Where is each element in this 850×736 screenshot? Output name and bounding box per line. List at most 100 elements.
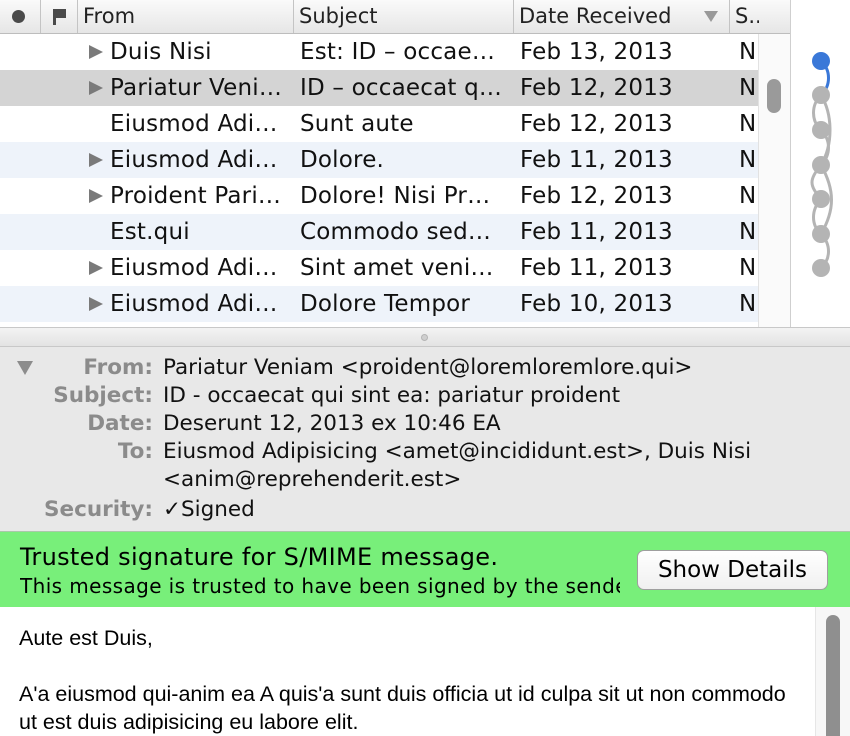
row-from: Eiusmod Adi… <box>110 111 278 137</box>
list-scroll-thumb[interactable] <box>767 79 781 113</box>
flag-column-header[interactable] <box>40 0 77 33</box>
row-subject: Sunt aute <box>300 111 414 137</box>
row-size: N <box>739 39 757 65</box>
thread-indicator-pane <box>790 0 850 327</box>
list-scrollbar[interactable] <box>758 34 790 327</box>
from-value[interactable]: Pariatur Veniam <proident@loremloremlore… <box>163 354 692 382</box>
row-date: Feb 11, 2013 <box>520 147 673 173</box>
row-from: Duis Nisi <box>110 39 212 65</box>
to-value-continued[interactable]: <anim@reprehenderit.est> <box>163 466 461 494</box>
message-body-text: Aute est Duis, A'a eiusmod qui-anim ea A… <box>19 624 804 736</box>
row-date: Feb 12, 2013 <box>520 183 673 209</box>
row-size: N <box>739 75 757 101</box>
banner-title: Trusted signature for S/MIME message. <box>20 543 499 571</box>
row-subject: Dolore! Nisi Pr… <box>300 183 491 209</box>
subject-column-header[interactable]: Subject <box>293 0 513 33</box>
security-label: Security: <box>44 497 153 522</box>
row-date: Feb 11, 2013 <box>520 219 673 245</box>
message-list: From Subject Date Received S... Duis Nis… <box>0 0 790 327</box>
message-row[interactable]: Duis Nisi Est: ID – occae… Feb 13, 2013 N <box>0 34 758 70</box>
header-date-line: Date: Deserunt 12, 2013 ex 10:46 EA <box>0 410 850 438</box>
subject-label: Subject: <box>53 383 153 408</box>
header-to-line-continued: <anim@reprehenderit.est> <box>0 466 850 494</box>
row-from: Eiusmod Adi… <box>110 255 278 281</box>
message-row[interactable]: Est.qui Commodo sed… Feb 11, 2013 N <box>0 214 758 250</box>
row-date: Feb 11, 2013 <box>520 255 673 281</box>
row-subject: Commodo sed… <box>300 219 492 245</box>
row-from: Pariatur Veniam <box>110 75 290 101</box>
replied-arrow-icon <box>8 46 30 58</box>
list-header: From Subject Date Received S... <box>0 0 790 34</box>
thread-node-icon[interactable] <box>812 225 830 243</box>
row-subject: Est: ID – occae… <box>300 39 496 65</box>
splitter-handle-icon[interactable] <box>421 334 428 341</box>
row-date: Feb 12, 2013 <box>520 75 673 101</box>
body-greeting: Aute est Duis, <box>19 626 153 650</box>
row-from: Proident Pari… <box>110 183 282 209</box>
body-scrollbar[interactable] <box>815 607 850 736</box>
row-size: N <box>739 183 757 209</box>
row-size: N <box>739 147 757 173</box>
subject-value: ID - occaecat qui sint ea: pariatur proi… <box>163 383 621 408</box>
smime-trust-banner: Trusted signature for S/MIME message. Th… <box>0 531 850 607</box>
body-scroll-thumb[interactable] <box>826 615 840 736</box>
row-subject: Dolore Tempor <box>300 291 471 317</box>
thread-node-icon[interactable] <box>812 156 830 174</box>
date-column-label: Date Received <box>519 4 672 28</box>
message-row[interactable]: Eiusmod Adi… Sint amet veniam Feb 11, 2013… <box>0 250 758 286</box>
thread-node-icon[interactable] <box>812 121 830 139</box>
row-from: Eiusmod Adi… <box>110 291 278 317</box>
thread-disclosure-triangle-icon[interactable] <box>89 81 103 95</box>
to-value[interactable]: Eiusmod Adipisicing <amet@incididunt.est… <box>163 438 751 466</box>
message-row[interactable]: Eiusmod Adi… Dolore. Feb 11, 2013 N <box>0 142 758 178</box>
header-from-line: From: Pariatur Veniam <proident@loremlor… <box>0 354 850 382</box>
thread-disclosure-triangle-icon[interactable] <box>89 45 103 59</box>
to-label: To: <box>117 439 153 464</box>
row-size: N <box>739 219 757 245</box>
message-row[interactable]: Proident Pari… Dolore! Nisi Pr… Feb 12, 20… <box>0 178 758 214</box>
body-paragraph: A'a eiusmod qui-anim ea A quis'a sunt du… <box>19 682 786 734</box>
message-rows: Duis Nisi Est: ID – occae… Feb 13, 2013 N Pa… <box>0 34 758 322</box>
thread-disclosure-triangle-icon[interactable] <box>89 153 103 167</box>
header-subject-line: Subject: ID - occaecat qui sint ea: pari… <box>0 382 850 410</box>
thread-node-icon[interactable] <box>812 190 830 208</box>
message-header: From: Pariatur Veniam <proident@loremlor… <box>0 347 850 531</box>
message-body: Aute est Duis, A'a eiusmod qui-anim ea A… <box>0 607 850 736</box>
row-size: N <box>739 255 757 281</box>
pane-splitter[interactable] <box>0 327 850 347</box>
row-size: N <box>739 291 757 317</box>
row-subject: Dolore. <box>300 147 385 173</box>
thread-disclosure-triangle-icon[interactable] <box>89 261 103 275</box>
row-date: Feb 13, 2013 <box>520 39 673 65</box>
thread-disclosure-triangle-icon[interactable] <box>89 189 103 203</box>
unread-dot-icon <box>12 10 25 23</box>
row-subject: Sint amet veniam <box>300 255 505 281</box>
row-subject: ID – occaecat q… <box>300 75 503 101</box>
security-value: ✓Signed <box>163 497 255 522</box>
replied-arrow-icon <box>8 190 30 202</box>
from-label: From: <box>83 355 153 380</box>
thread-node-icon[interactable] <box>812 259 830 277</box>
thread-node-active-icon[interactable] <box>812 52 830 70</box>
message-row[interactable]: Eiusmod Adi… Dolore Tempor Feb 10, 2013 N <box>0 286 758 322</box>
row-date: Feb 10, 2013 <box>520 291 673 317</box>
row-date: Feb 12, 2013 <box>520 111 673 137</box>
thread-graph <box>810 52 833 277</box>
header-to-line: To: Eiusmod Adipisicing <amet@incididunt… <box>0 438 850 466</box>
message-row[interactable]: Eiusmod Adi… Sunt aute Feb 12, 2013 N <box>0 106 758 142</box>
sort-descending-icon <box>704 11 718 22</box>
show-details-button[interactable]: Show Details <box>637 550 828 590</box>
date-value: Deserunt 12, 2013 ex 10:46 EA <box>163 411 501 436</box>
from-column-header[interactable]: From <box>77 0 292 33</box>
date-column-header[interactable]: Date Received <box>513 0 728 33</box>
unread-column-header[interactable] <box>0 0 40 33</box>
thread-node-icon[interactable] <box>812 86 830 104</box>
date-label: Date: <box>87 411 153 436</box>
banner-subtitle: This message is trusted to have been sig… <box>20 574 620 598</box>
header-security-line: Security: ✓Signed <box>0 496 850 524</box>
message-row[interactable]: Pariatur Veniam ID – occaecat q… Feb 12, 2… <box>0 70 758 106</box>
row-from: Est.qui <box>110 219 190 245</box>
thread-disclosure-triangle-icon[interactable] <box>89 297 103 311</box>
row-from: Eiusmod Adi… <box>110 147 278 173</box>
size-column-header[interactable]: S... <box>729 0 759 33</box>
